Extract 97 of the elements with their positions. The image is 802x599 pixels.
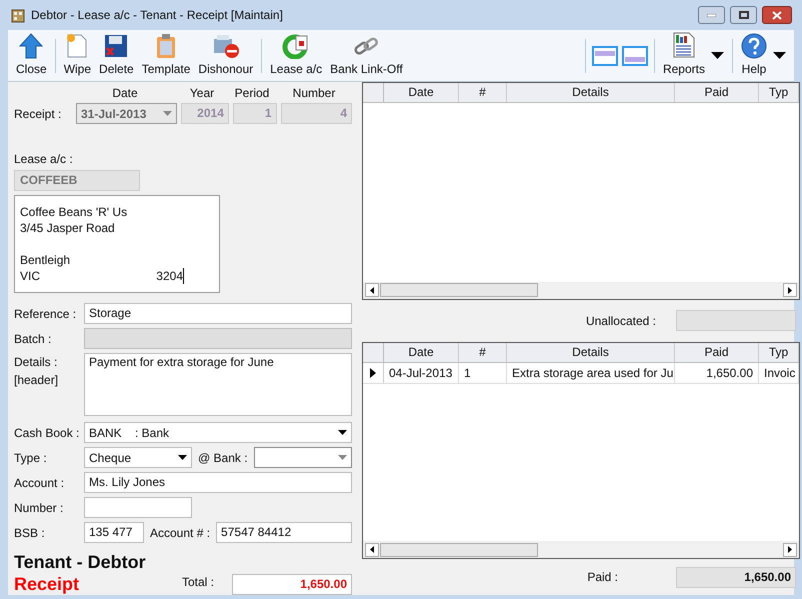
form-subheading: Receipt [14, 573, 80, 595]
toolbar-button[interactable]: Lease a/c [266, 30, 326, 81]
type-dropdown[interactable]: Cheque [84, 447, 192, 468]
table-cell: Extra storage area used for Ju [507, 362, 675, 382]
toolbar-button[interactable]: Wipe [60, 30, 96, 81]
document-refresh-icon [282, 33, 310, 59]
table-cell: 1 [459, 362, 507, 382]
table-cell: Invoic [759, 362, 799, 382]
column-header[interactable]: Typ [759, 83, 799, 102]
close-button[interactable] [762, 6, 792, 24]
field-label: Account : [14, 474, 66, 492]
toolbar-button[interactable]: Template [138, 30, 194, 81]
reference-field[interactable]: Storage [84, 303, 352, 324]
year-field: 2014 [181, 103, 229, 124]
field-label: Batch : [14, 330, 52, 348]
column-header[interactable]: Typ [759, 342, 799, 362]
right-arrow-icon [788, 546, 792, 553]
bank-dropdown[interactable] [254, 447, 352, 468]
help-icon [741, 33, 767, 59]
field-label: Number : [14, 500, 64, 516]
form-heading: Tenant - Debtor [14, 551, 147, 573]
column-header[interactable]: Date [384, 342, 459, 362]
date-dropdown[interactable]: 31-Jul-2013 [76, 103, 178, 124]
toolbar-button[interactable]: Delete [95, 30, 138, 81]
number-field: 4 [280, 103, 352, 124]
field-label: Type : [14, 450, 48, 466]
up-arrow-icon [19, 33, 44, 59]
horizontal-scrollbar[interactable] [363, 282, 799, 298]
menu-button[interactable]: Help [737, 30, 790, 81]
field-label: Cash Book : [14, 424, 80, 442]
field-label: Total : [182, 574, 214, 591]
column-label: Period [234, 85, 270, 102]
right-arrow-icon [788, 286, 792, 294]
total-field: 1,650.00 [232, 574, 352, 595]
field-label: @ Bank : [198, 450, 248, 466]
menu-button[interactable]: Reports [658, 30, 728, 81]
field-label: [header] [14, 372, 60, 389]
account-number-field[interactable]: 57547 84412 [216, 522, 352, 543]
split-bottom-icon [622, 46, 648, 66]
address-line: VIC [20, 268, 40, 284]
column-header[interactable]: Paid [675, 83, 759, 102]
left-arrow-icon [370, 286, 374, 294]
column-label: Number [292, 85, 336, 102]
maximize-icon [738, 11, 748, 19]
minimize-icon [707, 14, 716, 16]
clipboard-icon [155, 33, 178, 59]
field-label: Reference : [14, 306, 78, 322]
address-line: Coffee Beans 'R' Us [20, 204, 128, 220]
column-header[interactable]: # [459, 342, 507, 362]
paid-field: 1,650.00 [676, 566, 796, 588]
cash-book-dropdown[interactable]: BANK : Bank [84, 422, 352, 443]
column-header[interactable]: Date [384, 83, 459, 102]
toolbar-button[interactable]: Close [12, 30, 51, 81]
table-cell: 1,650.00 [675, 362, 759, 382]
dropdown-caret-icon [711, 52, 724, 59]
toolbar-button[interactable]: Bank Link-Off [326, 30, 407, 81]
dropdown-caret-icon [163, 111, 172, 116]
toolbar-button[interactable]: Dishonour [194, 30, 258, 81]
number-input[interactable] [84, 497, 192, 518]
calculator-stop-icon [212, 33, 240, 59]
column-header[interactable]: Details [507, 342, 675, 362]
building-icon [10, 7, 26, 23]
lease-code-field: COFFEEB [14, 170, 140, 191]
blank-page-icon [66, 33, 88, 59]
period-field: 1 [232, 103, 277, 124]
field-label: Paid : [587, 569, 618, 586]
dropdown-caret-icon [338, 455, 347, 460]
current-row-icon [370, 368, 376, 378]
column-header[interactable]: # [459, 83, 507, 102]
window-title: Debtor - Lease a/c - Tenant - Receipt [Maintain] [31, 7, 283, 24]
field-label: BSB : [14, 524, 46, 542]
maximize-button[interactable] [730, 6, 757, 24]
address-line: 3204 [156, 268, 184, 284]
column-label: Year [188, 85, 216, 102]
bsb-field[interactable]: 135 477 [84, 522, 144, 543]
address-line: 3/45 Jasper Road [20, 220, 116, 236]
close-icon [772, 10, 782, 20]
left-arrow-icon [370, 546, 374, 553]
column-header[interactable]: Paid [675, 342, 759, 362]
minimize-button[interactable] [698, 6, 725, 24]
details-field[interactable]: Payment for extra storage for June [84, 353, 352, 416]
address-box[interactable]: Coffee Beans 'R' Us 3/45 Jasper Road Bentleigh VIC 3204 [14, 195, 220, 293]
field-label: Unallocated : [586, 312, 656, 330]
split-top-icon [592, 46, 618, 66]
column-header[interactable]: Details [507, 83, 675, 102]
field-label: Details : [14, 354, 58, 371]
dropdown-caret-icon [773, 52, 786, 59]
field-label: Account # : [150, 524, 210, 542]
table-cell: 04-Jul-2013 [384, 362, 459, 382]
field-label: Lease a/c : [14, 151, 74, 168]
account-field[interactable]: Ms. Lily Jones [84, 472, 352, 493]
dropdown-caret-icon [178, 455, 187, 460]
field-label: Receipt : [14, 106, 62, 122]
address-line: Bentleigh [20, 252, 72, 268]
dropdown-caret-icon [338, 430, 347, 435]
column-label: Date [111, 85, 139, 102]
horizontal-scrollbar[interactable] [363, 541, 799, 558]
